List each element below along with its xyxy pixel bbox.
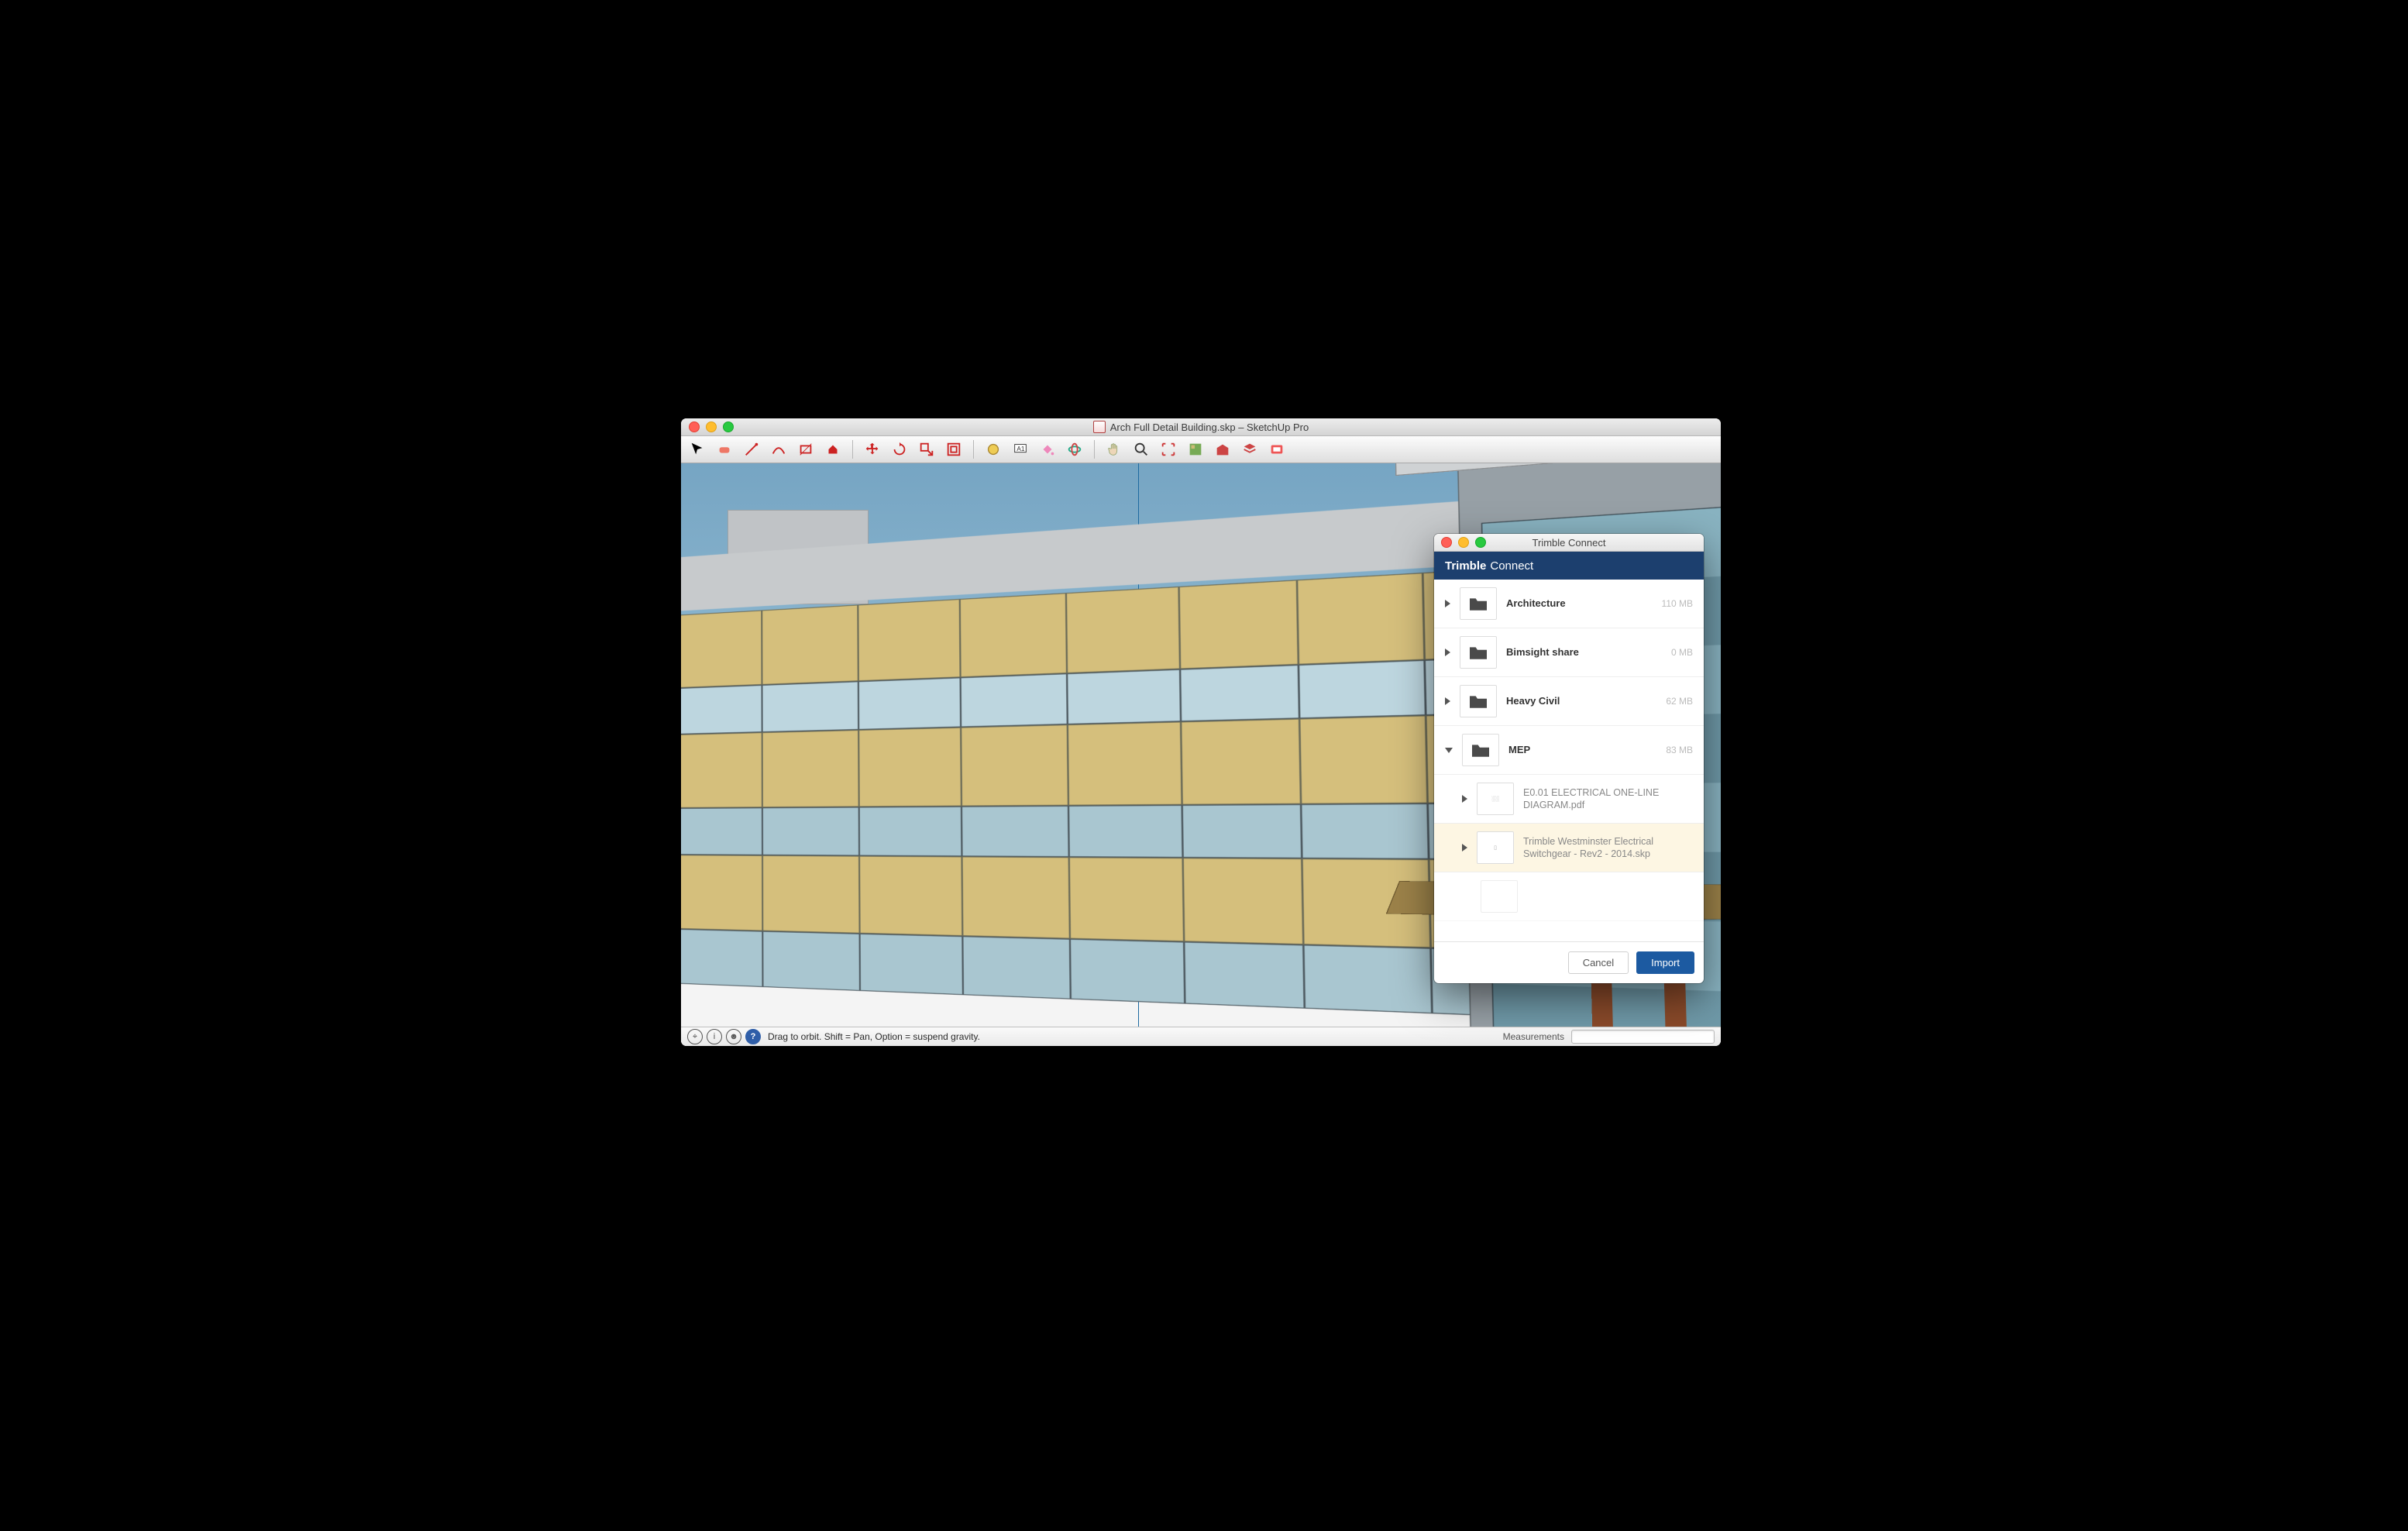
folder-name: Bimsight share bbox=[1506, 646, 1662, 659]
zoom-tool[interactable] bbox=[1131, 439, 1151, 459]
rotate-tool[interactable] bbox=[889, 439, 910, 459]
folder-icon bbox=[1462, 734, 1499, 766]
tape-measure-tool[interactable] bbox=[983, 439, 1003, 459]
orbit-tool[interactable] bbox=[1065, 439, 1085, 459]
measurements-input[interactable] bbox=[1571, 1030, 1715, 1044]
paint-bucket-tool[interactable] bbox=[1037, 439, 1058, 459]
folder-size: 0 MB bbox=[1671, 647, 1693, 658]
geo-icon[interactable]: ⌖ bbox=[687, 1029, 703, 1044]
file-name: Trimble Westminster Electrical Switchgea… bbox=[1523, 835, 1693, 861]
pan-tool[interactable] bbox=[1104, 439, 1124, 459]
folder-icon bbox=[1460, 685, 1497, 717]
eraser-tool[interactable] bbox=[714, 439, 734, 459]
push-pull-tool[interactable] bbox=[823, 439, 843, 459]
measurements-label: Measurements bbox=[1503, 1031, 1564, 1042]
file-row-switchgear[interactable]: ▯ Trimble Westminster Electrical Switchg… bbox=[1434, 824, 1704, 872]
tc-window-title: Trimble Connect bbox=[1434, 537, 1704, 549]
folder-icon bbox=[1460, 636, 1497, 669]
add-location-tool[interactable] bbox=[1185, 439, 1206, 459]
file-thumbnail-icon: ░░ bbox=[1477, 783, 1514, 815]
import-button[interactable]: Import bbox=[1636, 951, 1694, 974]
line-tool[interactable] bbox=[741, 439, 762, 459]
folder-size: 110 MB bbox=[1662, 598, 1693, 609]
scale-tool[interactable] bbox=[917, 439, 937, 459]
titlebar[interactable]: Arch Full Detail Building.skp – SketchUp… bbox=[681, 418, 1721, 436]
folder-size: 83 MB bbox=[1666, 745, 1693, 755]
tc-brand-light: Connect bbox=[1490, 559, 1533, 573]
chevron-right-icon[interactable] bbox=[1462, 795, 1467, 803]
chevron-right-icon[interactable] bbox=[1445, 649, 1450, 656]
file-name: E0.01 ELECTRICAL ONE-LINE DIAGRAM.pdf bbox=[1523, 786, 1693, 812]
folder-row-heavy-civil[interactable]: Heavy Civil 62 MB bbox=[1434, 677, 1704, 726]
file-row-partial[interactable] bbox=[1434, 872, 1704, 921]
folder-row-architecture[interactable]: Architecture 110 MB bbox=[1434, 580, 1704, 628]
folder-icon bbox=[1460, 587, 1497, 620]
offset-tool[interactable] bbox=[944, 439, 964, 459]
select-tool[interactable] bbox=[687, 439, 707, 459]
trimble-connect-window: Trimble Connect Trimble Connect Architec… bbox=[1434, 534, 1704, 983]
window-title: Arch Full Detail Building.skp – SketchUp… bbox=[681, 421, 1721, 433]
info-icon[interactable]: i bbox=[707, 1029, 722, 1044]
chevron-down-icon[interactable] bbox=[1445, 748, 1453, 753]
toolbar: A1 bbox=[681, 436, 1721, 463]
chevron-right-icon[interactable] bbox=[1462, 844, 1467, 852]
chevron-right-icon[interactable] bbox=[1445, 600, 1450, 607]
rectangle-tool[interactable] bbox=[796, 439, 816, 459]
file-thumbnail-icon bbox=[1481, 880, 1518, 913]
zoom-extents-tool[interactable] bbox=[1158, 439, 1178, 459]
folder-size: 62 MB bbox=[1666, 696, 1693, 707]
folder-name: MEP bbox=[1508, 744, 1656, 757]
svg-text:A1: A1 bbox=[1017, 446, 1025, 452]
person-icon[interactable]: ☻ bbox=[726, 1029, 741, 1044]
tc-file-list[interactable]: Architecture 110 MB Bimsight share 0 MB … bbox=[1434, 580, 1704, 941]
file-thumbnail-icon: ▯ bbox=[1477, 831, 1514, 864]
status-hint: Drag to orbit. Shift = Pan, Option = sus… bbox=[768, 1031, 980, 1042]
cancel-button[interactable]: Cancel bbox=[1568, 951, 1629, 974]
trimble-connect-tool[interactable] bbox=[1267, 439, 1287, 459]
tc-footer: Cancel Import bbox=[1434, 941, 1704, 983]
layers-tool[interactable] bbox=[1240, 439, 1260, 459]
window-title-text: Arch Full Detail Building.skp – SketchUp… bbox=[1110, 421, 1309, 433]
chevron-right-icon[interactable] bbox=[1445, 697, 1450, 705]
folder-name: Architecture bbox=[1506, 597, 1653, 611]
warehouse-tool[interactable] bbox=[1213, 439, 1233, 459]
tc-brand-header: Trimble Connect bbox=[1434, 552, 1704, 580]
folder-row-bimsight[interactable]: Bimsight share 0 MB bbox=[1434, 628, 1704, 677]
arc-tool[interactable] bbox=[769, 439, 789, 459]
statusbar: ⌖ i ☻ ? Drag to orbit. Shift = Pan, Opti… bbox=[681, 1027, 1721, 1046]
file-row-electrical-diagram[interactable]: ░░ E0.01 ELECTRICAL ONE-LINE DIAGRAM.pdf bbox=[1434, 775, 1704, 824]
move-tool[interactable] bbox=[862, 439, 882, 459]
document-icon bbox=[1093, 421, 1106, 433]
folder-row-mep[interactable]: MEP 83 MB bbox=[1434, 726, 1704, 775]
tc-brand-strong: Trimble bbox=[1445, 559, 1486, 573]
folder-name: Heavy Civil bbox=[1506, 695, 1656, 708]
help-icon[interactable]: ? bbox=[745, 1029, 761, 1044]
tc-titlebar[interactable]: Trimble Connect bbox=[1434, 534, 1704, 552]
text-tool[interactable]: A1 bbox=[1010, 439, 1030, 459]
